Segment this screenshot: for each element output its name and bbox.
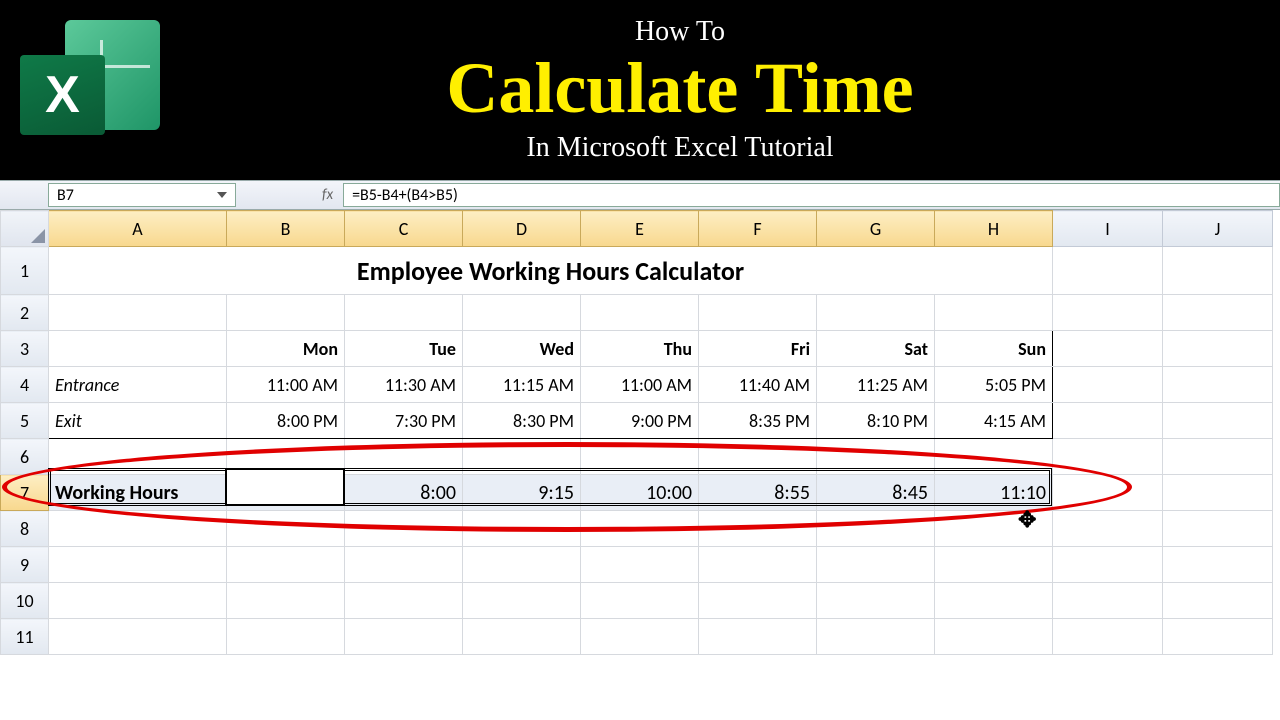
cell-C3[interactable]: Tue <box>345 331 463 367</box>
col-header-J[interactable]: J <box>1163 211 1273 247</box>
cell-title[interactable]: Employee Working Hours Calculator <box>49 247 1053 295</box>
cell-D5[interactable]: 8:30 PM <box>463 403 581 439</box>
cell-F7[interactable]: 8:55 <box>699 475 817 511</box>
cell-B3[interactable]: Mon <box>227 331 345 367</box>
cell-B7[interactable]: 9:00 <box>227 475 345 511</box>
formula-input[interactable]: =B5-B4+(B4>B5) <box>343 183 1280 207</box>
row-header-8[interactable]: 8 <box>1 511 49 547</box>
col-header-A[interactable]: A <box>49 211 227 247</box>
row-header-4[interactable]: 4 <box>1 367 49 403</box>
cell-B5[interactable]: 8:00 PM <box>227 403 345 439</box>
cell-J1[interactable] <box>1163 247 1273 295</box>
cell-I1[interactable] <box>1053 247 1163 295</box>
col-header-E[interactable]: E <box>581 211 699 247</box>
banner-main-title: Calculate Time <box>100 52 1260 124</box>
select-all-corner[interactable] <box>1 211 49 247</box>
cell-A3[interactable] <box>49 331 227 367</box>
row-header-9[interactable]: 9 <box>1 547 49 583</box>
cell-G4[interactable]: 11:25 AM <box>817 367 935 403</box>
excel-icon-letter: X <box>45 65 80 125</box>
cell-H5[interactable]: 4:15 AM <box>935 403 1053 439</box>
cell-B4[interactable]: 11:00 AM <box>227 367 345 403</box>
cell-D4[interactable]: 11:15 AM <box>463 367 581 403</box>
name-box-dropdown-icon[interactable] <box>217 192 227 198</box>
cell-H3[interactable]: Sun <box>935 331 1053 367</box>
name-box-value: B7 <box>57 186 74 205</box>
tutorial-banner: X How To Calculate Time In Microsoft Exc… <box>0 0 1280 180</box>
cell-A5[interactable]: Exit <box>49 403 227 439</box>
cell-H4[interactable]: 5:05 PM <box>935 367 1053 403</box>
col-header-G[interactable]: G <box>817 211 935 247</box>
row-header-5[interactable]: 5 <box>1 403 49 439</box>
row-header-3[interactable]: 3 <box>1 331 49 367</box>
formula-bar: B7 fx =B5-B4+(B4>B5) <box>0 180 1280 210</box>
banner-how-to: How To <box>100 16 1260 48</box>
cell-E3[interactable]: Thu <box>581 331 699 367</box>
col-header-H[interactable]: H <box>935 211 1053 247</box>
col-header-B[interactable]: B <box>227 211 345 247</box>
cell-E4[interactable]: 11:00 AM <box>581 367 699 403</box>
spreadsheet-grid[interactable]: A B C D E F G H I J 1 Employee Working H… <box>0 210 1273 655</box>
cell-A4[interactable]: Entrance <box>49 367 227 403</box>
row-header-7[interactable]: 7 <box>1 475 49 511</box>
col-header-F[interactable]: F <box>699 211 817 247</box>
cell-H7[interactable]: 11:10 <box>935 475 1053 511</box>
cell-D3[interactable]: Wed <box>463 331 581 367</box>
row-header-11[interactable]: 11 <box>1 619 49 655</box>
cell-F5[interactable]: 8:35 PM <box>699 403 817 439</box>
row-header-1[interactable]: 1 <box>1 247 49 295</box>
col-header-I[interactable]: I <box>1053 211 1163 247</box>
row-header-2[interactable]: 2 <box>1 295 49 331</box>
excel-icon: X <box>20 20 160 160</box>
cell-G5[interactable]: 8:10 PM <box>817 403 935 439</box>
col-header-D[interactable]: D <box>463 211 581 247</box>
cell-E5[interactable]: 9:00 PM <box>581 403 699 439</box>
cell-G7[interactable]: 8:45 <box>817 475 935 511</box>
row-header-6[interactable]: 6 <box>1 439 49 475</box>
cell-C7[interactable]: 8:00 <box>345 475 463 511</box>
cell-C4[interactable]: 11:30 AM <box>345 367 463 403</box>
name-box[interactable]: B7 <box>48 183 236 207</box>
cell-E7[interactable]: 10:00 <box>581 475 699 511</box>
cell-A7[interactable]: Working Hours <box>49 475 227 511</box>
row-header-10[interactable]: 10 <box>1 583 49 619</box>
cell-A2[interactable] <box>49 295 227 331</box>
fx-label[interactable]: fx <box>242 186 343 204</box>
col-header-C[interactable]: C <box>345 211 463 247</box>
cell-C5[interactable]: 7:30 PM <box>345 403 463 439</box>
cell-F4[interactable]: 11:40 AM <box>699 367 817 403</box>
cell-G3[interactable]: Sat <box>817 331 935 367</box>
spreadsheet-area[interactable]: A B C D E F G H I J 1 Employee Working H… <box>0 210 1280 720</box>
cell-F3[interactable]: Fri <box>699 331 817 367</box>
cell-D7[interactable]: 9:15 <box>463 475 581 511</box>
formula-text: =B5-B4+(B4>B5) <box>352 186 458 205</box>
banner-sub-title: In Microsoft Excel Tutorial <box>100 132 1260 164</box>
